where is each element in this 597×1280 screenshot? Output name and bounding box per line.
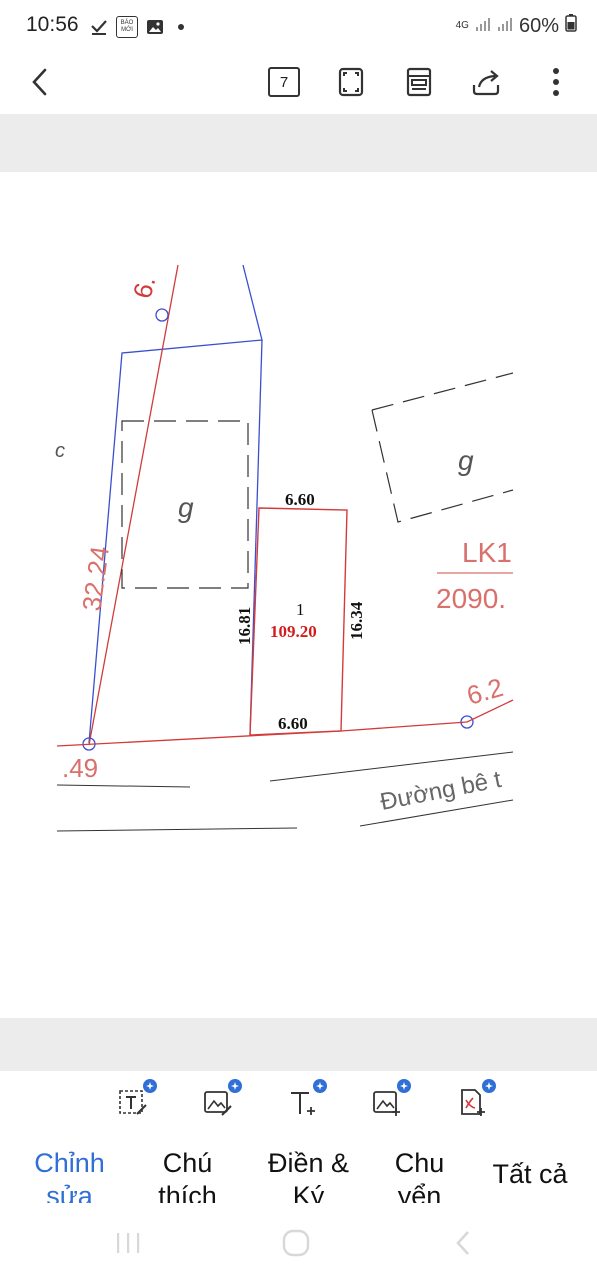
g-label-left: g xyxy=(178,492,194,523)
more-options-button[interactable] xyxy=(536,62,576,102)
parcel-number: 1 xyxy=(296,600,305,619)
tab-fill-sign[interactable]: Điền & Ký xyxy=(256,1147,361,1203)
premium-badge-icon xyxy=(482,1079,496,1093)
page-gap-top xyxy=(0,114,597,172)
edit-tools-row xyxy=(0,1071,597,1137)
tab-annotate-line1: Chú xyxy=(162,1148,213,1178)
road-label: Đường bê t xyxy=(378,766,504,816)
recent-apps-button[interactable] xyxy=(108,1225,148,1261)
status-system-icons: 4G 60% xyxy=(456,14,577,38)
reading-mode-button[interactable] xyxy=(399,62,439,102)
premium-badge-icon xyxy=(228,1079,242,1093)
more-options-icon xyxy=(553,68,559,96)
news-app-icon: BÁO MỚI xyxy=(116,16,138,38)
tab-annotate[interactable]: Chú thích xyxy=(140,1147,235,1203)
fullscreen-icon xyxy=(338,67,364,97)
signal-icon-2 xyxy=(497,15,513,38)
home-button[interactable] xyxy=(276,1225,316,1261)
checkmark-download-icon xyxy=(90,18,108,36)
page-count: 7 xyxy=(279,73,289,91)
tab-convert-line2: yển xyxy=(397,1181,442,1203)
tab-edit-line1: Chỉnh xyxy=(34,1148,105,1178)
dot-icon xyxy=(172,18,190,36)
road-line-2 xyxy=(56,827,298,832)
add-image-tool[interactable] xyxy=(367,1079,411,1123)
tab-all-line1: Tất cả xyxy=(492,1159,568,1189)
red-diagonal-line xyxy=(88,264,179,746)
back-arrow-icon xyxy=(32,68,47,96)
page-count-button[interactable]: 7 xyxy=(264,62,304,102)
share-icon xyxy=(472,70,500,96)
cadastral-drawing: 6. c g g LK1 2090. 6.60 6.60 16.81 16.34… xyxy=(55,264,514,832)
battery-icon xyxy=(565,14,577,38)
nav-back-icon xyxy=(456,1231,469,1255)
network-type: 4G xyxy=(455,20,469,31)
corner-label: .49 xyxy=(62,753,98,783)
page-count-icon: 7 xyxy=(268,67,300,97)
g-label-right: g xyxy=(458,445,474,476)
gallery-icon xyxy=(146,18,164,36)
tab-all[interactable]: Tất cả xyxy=(480,1158,580,1191)
tab-edit-line2: sửa xyxy=(46,1181,93,1203)
back-button[interactable] xyxy=(20,62,60,102)
system-nav-bar xyxy=(0,1203,597,1280)
diagonal-dimension: 32.24 xyxy=(76,544,115,613)
tab-edit[interactable]: Chỉnh sửa xyxy=(22,1147,117,1203)
signal-icon-1 xyxy=(475,15,491,38)
status-notification-icons: BÁO MỚI xyxy=(90,16,190,38)
road-line-1 xyxy=(56,784,191,788)
tab-convert-line1: Chu xyxy=(394,1148,445,1178)
add-text-icon xyxy=(291,1092,315,1115)
battery-percent: 60% xyxy=(518,14,559,37)
left-label-c: c xyxy=(55,440,65,462)
viewer-toolbar: 7 xyxy=(0,52,597,114)
dashed-building-right xyxy=(371,372,514,523)
blue-boundary-line xyxy=(88,264,263,744)
home-icon xyxy=(282,1229,310,1257)
tab-convert[interactable]: Chu yển xyxy=(372,1147,467,1203)
add-image-icon xyxy=(373,1091,400,1116)
news-app-icon-text: BÁO MỚI xyxy=(120,20,134,33)
edit-text-tool[interactable] xyxy=(113,1079,157,1123)
tab-fill-sign-line1: Điền & xyxy=(267,1148,350,1178)
top-dimension: 6.60 xyxy=(285,490,315,509)
status-bar: 10:56 BÁO MỚI 4G 60% xyxy=(0,0,597,52)
right-partial-dim: 6.2 xyxy=(463,672,506,711)
fullscreen-button[interactable] xyxy=(331,62,371,102)
lk-label: LK1 xyxy=(462,537,512,568)
image-edit-icon xyxy=(204,1091,232,1116)
recent-apps-icon xyxy=(117,1233,140,1253)
add-text-tool[interactable] xyxy=(283,1079,327,1123)
document-page[interactable]: 6. c g g LK1 2090. 6.60 6.60 16.81 16.34… xyxy=(0,172,597,1018)
parcel-area: 109.20 xyxy=(270,622,317,641)
share-button[interactable] xyxy=(467,62,507,102)
premium-badge-icon xyxy=(313,1079,327,1093)
top-partial-dim: 6. xyxy=(127,273,162,302)
text-edit-icon xyxy=(119,1090,147,1115)
page-gap-bottom xyxy=(0,1018,597,1071)
lk-area-label: 2090. xyxy=(436,583,506,614)
add-pdf-icon xyxy=(461,1089,485,1116)
mode-tabs: Chỉnh sửa Chú thích Điền & Ký Chu yển Tấ… xyxy=(0,1137,597,1203)
edit-image-tool[interactable] xyxy=(198,1079,242,1123)
bottom-dimension: 6.60 xyxy=(278,714,308,733)
left-dimension: 16.81 xyxy=(235,607,254,645)
premium-badge-icon xyxy=(143,1079,157,1093)
add-pdf-tool[interactable] xyxy=(452,1079,496,1123)
tab-annotate-line2: thích xyxy=(158,1181,217,1203)
right-dimension: 16.34 xyxy=(347,601,366,640)
status-time: 10:56 xyxy=(26,13,79,36)
nav-back-button[interactable] xyxy=(443,1225,483,1261)
reading-mode-icon xyxy=(406,67,432,97)
survey-point-top xyxy=(155,308,169,322)
tab-fill-sign-line2: Ký xyxy=(292,1181,325,1203)
premium-badge-icon xyxy=(397,1079,411,1093)
